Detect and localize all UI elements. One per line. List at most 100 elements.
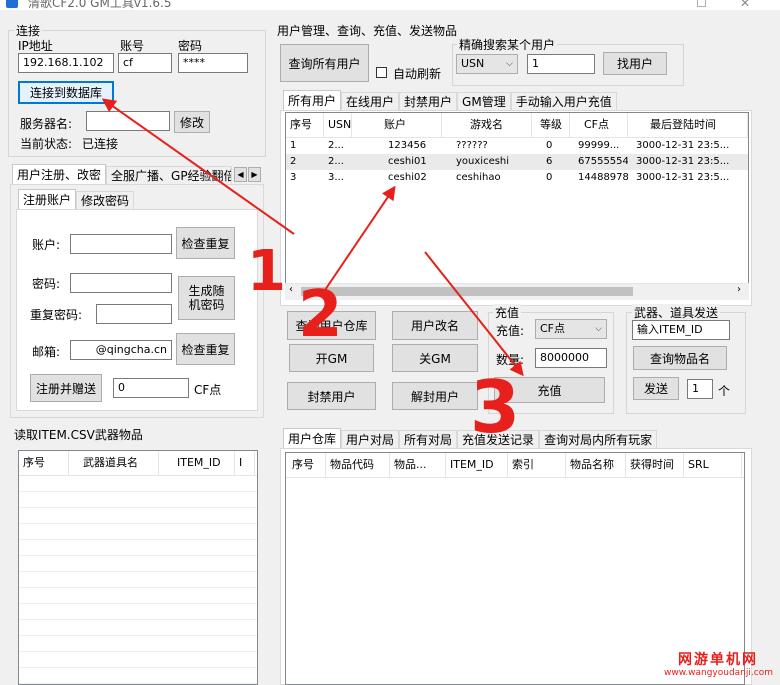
table-row[interactable]: 2 2... ceshi01 youxiceshi 6 67555554 3000-12-3… <box>286 154 748 170</box>
register-gift-button[interactable]: 注册并赠送 <box>30 374 102 402</box>
reg-account-input[interactable] <box>70 234 172 254</box>
server-name-input[interactable] <box>86 111 170 131</box>
col-seq[interactable]: 序号 <box>286 113 324 137</box>
status-label: 当前状态: <box>20 137 73 151</box>
tab-scroll-left-icon[interactable]: ◀ <box>234 167 247 182</box>
table-cell: youxiceshi <box>456 156 510 167</box>
col-last-login[interactable]: 最后登陆时间 <box>628 113 748 137</box>
query-all-users-button[interactable]: 查询所有用户 <box>280 44 369 82</box>
rename-user-button[interactable]: 用户改名 <box>392 311 478 340</box>
table-cell: 67555554 <box>578 156 628 167</box>
tab-register-account[interactable]: 注册账户 <box>18 189 77 209</box>
col-more[interactable]: I <box>235 451 255 475</box>
send-item-button[interactable]: 发送 <box>633 377 679 400</box>
table-cell: 3 <box>290 172 297 183</box>
tab-scroll-right-icon[interactable]: ▶ <box>248 167 261 182</box>
watermark-title: 网游单机网 <box>678 652 758 668</box>
scroll-right-icon[interactable]: › <box>737 284 741 295</box>
col-wh-seq[interactable]: 序号 <box>286 453 326 477</box>
tab-user-warehouse[interactable]: 用户仓库 <box>283 428 342 448</box>
scroll-left-icon[interactable]: ‹ <box>289 284 293 295</box>
tab-banned-users[interactable]: 封禁用户 <box>399 92 458 110</box>
generate-password-button[interactable]: 生成随 机密码 <box>178 276 235 320</box>
gift-amount-input[interactable]: 0 <box>113 378 189 398</box>
close-icon[interactable]: ✕ <box>740 0 750 10</box>
gm-off-button[interactable]: 关GM <box>392 344 478 372</box>
connect-db-button[interactable]: 连接到数据库 <box>18 81 114 104</box>
col-wh-obtain-time[interactable]: 获得时间 <box>626 453 684 477</box>
table-cell: 99999... <box>578 140 620 151</box>
item-id-input[interactable]: 输入ITEM_ID <box>632 320 730 340</box>
reg-email-label: 邮箱: <box>32 345 61 359</box>
query-warehouse-button[interactable]: 查询用户仓库 <box>287 311 376 340</box>
generate-password-line1: 生成随 <box>188 284 225 298</box>
chevron-down-icon: ⌵ <box>506 59 513 69</box>
gm-on-button[interactable]: 开GM <box>289 344 374 372</box>
check-account-duplicate-button[interactable]: 检查重复 <box>176 227 235 259</box>
search-field-select[interactable]: USN ⌵ <box>456 54 518 74</box>
query-item-name-button[interactable]: 查询物品名 <box>633 346 727 370</box>
ip-input[interactable]: 192.168.1.102 <box>18 53 114 73</box>
table-row[interactable]: 1 2... 123456?????? 0 99999... 3000-12-31 23:… <box>286 138 748 154</box>
scrollbar-thumb[interactable] <box>301 287 633 296</box>
users-tabs: 所有用户 在线用户 封禁用户 GM管理 手动输入用户充值 <box>283 90 617 110</box>
modify-server-button[interactable]: 修改 <box>174 111 210 133</box>
tab-user-matches[interactable]: 用户对局 <box>341 430 400 448</box>
table-cell: ceshihao <box>456 172 501 183</box>
unban-user-button[interactable]: 解封用户 <box>392 382 478 410</box>
users-list-header: 序号 USN 账户 游戏名 等级 CF点 最后登陆时间 <box>286 113 748 138</box>
auto-refresh-checkbox[interactable] <box>376 67 387 78</box>
recharge-amount-input[interactable]: 8000000 <box>535 348 607 368</box>
tab-register-password[interactable]: 用户注册、改密 <box>12 164 107 184</box>
generate-password-line2: 机密码 <box>188 298 225 312</box>
search-value-input[interactable]: 1 <box>527 54 595 74</box>
users-hscrollbar[interactable]: ‹ › <box>285 283 749 300</box>
tab-match-players[interactable]: 查询对局内所有玩家 <box>539 430 658 448</box>
find-user-button[interactable]: 找用户 <box>603 52 667 75</box>
tab-change-password[interactable]: 修改密码 <box>76 191 135 209</box>
tab-broadcast[interactable]: 全服广播、GP经验翻倍 <box>106 166 233 184</box>
reg-password-input[interactable] <box>70 273 172 293</box>
col-wh-item-name[interactable]: 物品名称 <box>566 453 626 477</box>
ban-user-button[interactable]: 封禁用户 <box>287 382 376 410</box>
tab-all-users[interactable]: 所有用户 <box>283 90 342 110</box>
table-row[interactable]: 3 3... ceshi02 ceshihao 0 14488978 3000-12-31 … <box>286 170 748 186</box>
col-item-name[interactable]: 武器道具名 <box>69 451 159 475</box>
reg-password-label: 密码: <box>32 277 61 291</box>
tab-manual-recharge[interactable]: 手动输入用户充值 <box>510 92 617 110</box>
recharge-type-select[interactable]: CF点 ⌵ <box>535 319 607 339</box>
table-cell: 3000-12-31 23:5... <box>636 140 730 151</box>
col-item-id[interactable]: ITEM_ID <box>159 451 235 475</box>
item-count-input[interactable]: 1 <box>687 379 713 399</box>
col-game-name[interactable]: 游戏名 <box>442 113 532 137</box>
col-usn[interactable]: USN <box>324 113 352 137</box>
col-wh-index[interactable]: 索引 <box>508 453 566 477</box>
tab-recharge-log[interactable]: 充值发送记录 <box>457 430 540 448</box>
tab-gm-manage[interactable]: GM管理 <box>457 92 511 110</box>
account-label: 账号 <box>120 39 145 53</box>
db-account-input[interactable]: cf <box>118 53 172 73</box>
table-cell: ?????? <box>456 140 488 151</box>
col-level[interactable]: 等级 <box>532 113 570 137</box>
maximize-icon[interactable]: ☐ <box>696 0 707 10</box>
reg-repeat-input[interactable] <box>96 304 172 324</box>
reg-email-input[interactable]: @qingcha.cn <box>70 340 172 360</box>
col-wh-item-id[interactable]: ITEM_ID <box>446 453 508 477</box>
table-cell: 0 <box>546 140 553 151</box>
col-wh-item-short[interactable]: 物品... <box>390 453 446 477</box>
tab-all-matches[interactable]: 所有对局 <box>399 430 458 448</box>
check-email-duplicate-button[interactable]: 检查重复 <box>176 333 235 365</box>
db-password-input[interactable]: **** <box>178 53 248 73</box>
table-cell: 3000-12-31 23:5... <box>636 156 730 167</box>
password-label: 密码 <box>178 39 203 53</box>
table-cell: 6 <box>546 156 553 167</box>
tab-online-users[interactable]: 在线用户 <box>341 92 400 110</box>
gift-unit-label: CF点 <box>194 383 222 397</box>
recharge-button[interactable]: 充值 <box>494 377 605 403</box>
col-wh-srl[interactable]: SRL <box>684 453 742 477</box>
col-account[interactable]: 账户 <box>352 113 442 137</box>
items-csv-title: 读取ITEM.CSV武器物品 <box>14 428 143 442</box>
col-index[interactable]: 序号 <box>19 451 69 475</box>
col-cf-points[interactable]: CF点 <box>570 113 628 137</box>
col-wh-item-code[interactable]: 物品代码 <box>326 453 390 477</box>
